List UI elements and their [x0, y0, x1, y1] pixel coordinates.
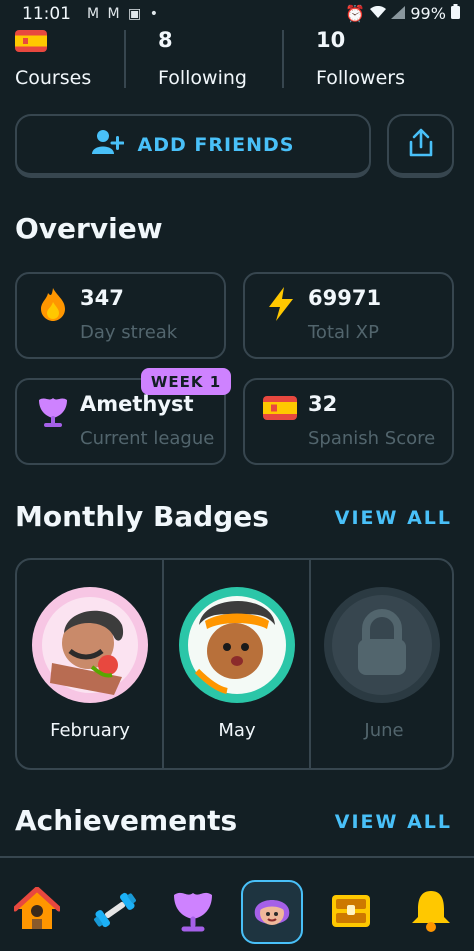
status-bar: 11:01 M M ▣ • ⏰ 99%	[0, 0, 474, 28]
following-count[interactable]: 8	[158, 28, 173, 52]
status-time: 11:01	[22, 4, 71, 24]
spain-flag-icon[interactable]	[15, 30, 47, 52]
bell-icon	[408, 887, 454, 937]
badge-label: June	[364, 720, 404, 741]
battery-icon	[451, 4, 460, 23]
total-xp-card[interactable]: 69971 Total XP	[243, 272, 454, 359]
day-streak-value: 347	[80, 286, 124, 310]
badge-label: May	[218, 720, 256, 741]
badge-label: February	[50, 720, 130, 741]
alarm-icon: ⏰	[345, 4, 366, 23]
spanish-score-value: 32	[308, 392, 338, 416]
achievements-view-all[interactable]: VIEW ALL	[335, 811, 452, 833]
lightning-icon	[263, 286, 299, 322]
monthly-badges-panel: February May June	[15, 558, 454, 770]
notification-icons: M M ▣ •	[87, 6, 160, 22]
total-xp-label: Total XP	[308, 322, 379, 343]
total-xp-value: 69971	[308, 286, 382, 310]
overview-title: Overview	[15, 212, 163, 245]
status-right-icons: ⏰ 99%	[345, 4, 460, 23]
may-badge-icon	[177, 585, 297, 709]
spain-flag-icon	[263, 396, 299, 432]
home-icon	[12, 886, 62, 937]
followers-count[interactable]: 10	[316, 28, 345, 52]
battery-percent: 99%	[410, 4, 446, 23]
february-badge-icon	[30, 585, 150, 709]
monthly-badges-title: Monthly Badges	[15, 500, 269, 533]
day-streak-label: Day streak	[80, 322, 178, 343]
bottom-nav-divider	[0, 856, 474, 858]
nav-leagues[interactable]	[162, 880, 224, 944]
nav-notifications[interactable]	[400, 880, 462, 944]
lock-icon	[322, 585, 442, 709]
add-user-icon	[91, 129, 125, 160]
add-friends-button[interactable]: ADD FRIENDS	[15, 114, 371, 178]
share-button[interactable]	[387, 114, 454, 178]
fire-icon	[35, 286, 71, 322]
monthly-badges-view-all[interactable]: VIEW ALL	[335, 507, 452, 529]
nav-profile[interactable]	[241, 880, 303, 944]
week-badge: WEEK 1	[141, 368, 231, 395]
stat-divider	[124, 30, 126, 88]
courses-label: Courses	[15, 67, 92, 89]
treasure-chest-icon	[328, 887, 374, 937]
amethyst-league-icon	[35, 392, 71, 428]
league-icon	[170, 887, 216, 937]
share-icon	[408, 128, 434, 162]
nav-shop[interactable]	[320, 880, 382, 944]
following-label[interactable]: Following	[158, 67, 247, 89]
nav-home[interactable]	[6, 880, 68, 944]
spanish-score-label: Spanish Score	[308, 428, 436, 449]
add-friends-label: ADD FRIENDS	[137, 133, 295, 156]
achievements-title: Achievements	[15, 804, 238, 837]
spanish-score-card[interactable]: 32 Spanish Score	[243, 378, 454, 465]
badge-february[interactable]: February	[17, 560, 163, 768]
followers-label[interactable]: Followers	[316, 67, 405, 89]
signal-icon	[391, 4, 410, 23]
stat-divider	[282, 30, 284, 88]
badge-june[interactable]: June	[311, 560, 454, 768]
dumbbell-icon	[92, 887, 138, 937]
profile-avatar-icon	[249, 887, 295, 937]
wifi-icon	[370, 4, 391, 23]
current-league-label: Current league	[80, 428, 215, 449]
badge-may[interactable]: May	[164, 560, 310, 768]
current-league-value: Amethyst	[80, 392, 194, 416]
nav-practice[interactable]	[84, 880, 146, 944]
day-streak-card[interactable]: 347 Day streak	[15, 272, 226, 359]
